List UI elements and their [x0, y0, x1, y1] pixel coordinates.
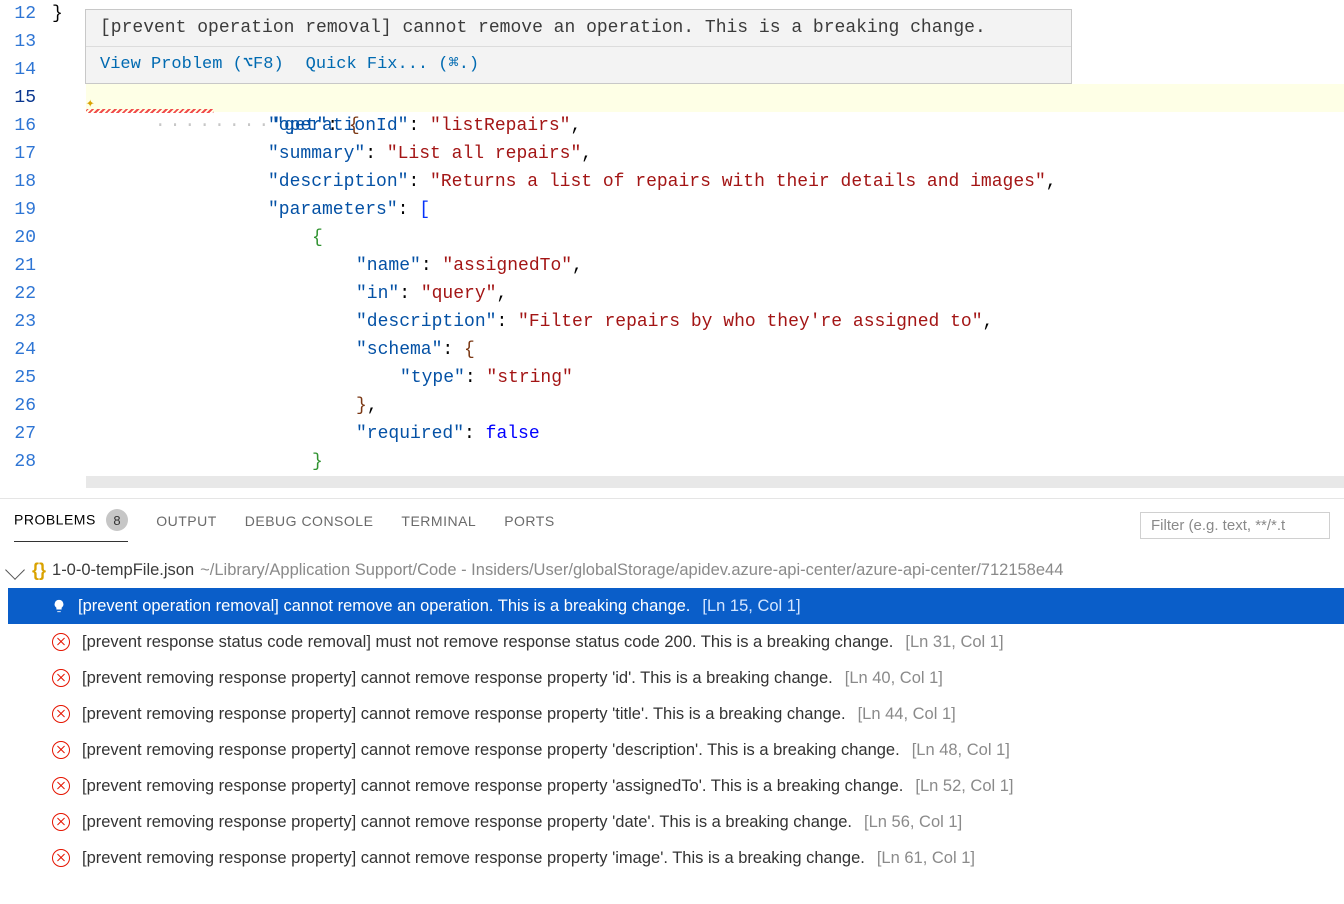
lightbulb-icon	[52, 597, 66, 615]
error-icon	[52, 777, 70, 795]
line-number: 25	[0, 364, 52, 392]
quick-fix-link[interactable]: Quick Fix... (⌘.)	[306, 47, 479, 83]
problems-filename: 1-0-0-tempFile.json	[52, 552, 194, 588]
problem-location: [Ln 44, Col 1]	[858, 696, 956, 732]
line-number: 13	[0, 28, 52, 56]
problems-filepath: ~/Library/Application Support/Code - Ins…	[200, 552, 1063, 588]
hover-actions-bar: View Problem (⌥F8) Quick Fix... (⌘.)	[86, 46, 1071, 83]
error-icon	[52, 849, 70, 867]
tab-ports[interactable]: PORTS	[504, 513, 554, 539]
problem-row[interactable]: [prevent removing response property] can…	[8, 732, 1344, 768]
chevron-down-icon	[5, 560, 25, 580]
problem-row[interactable]: [prevent removing response property] can…	[8, 660, 1344, 696]
editor-area[interactable]: 12} 13 14 [prevent operation removal] ca…	[0, 0, 1344, 488]
error-icon	[52, 669, 70, 687]
problem-message: [prevent removing response property] can…	[82, 732, 900, 768]
problem-location: [Ln 31, Col 1]	[905, 624, 1003, 660]
problem-message: [prevent removing response property] can…	[82, 840, 865, 876]
problem-message: [prevent response status code removal] m…	[82, 624, 893, 660]
problems-list: {} 1-0-0-tempFile.json ~/Library/Applica…	[0, 542, 1344, 876]
line-number: 28	[0, 448, 52, 476]
tab-debug-console[interactable]: DEBUG CONSOLE	[245, 513, 374, 539]
line-number: 12	[0, 0, 52, 28]
problem-message: [prevent removing response property] can…	[82, 804, 852, 840]
json-file-icon: {}	[32, 552, 46, 588]
problem-location: [Ln 61, Col 1]	[877, 840, 975, 876]
filter-input[interactable]: Filter (e.g. text, **/*.t	[1140, 512, 1330, 539]
problem-location: [Ln 56, Col 1]	[864, 804, 962, 840]
line-number: 24	[0, 336, 52, 364]
error-icon	[52, 813, 70, 831]
line-number: 17	[0, 140, 52, 168]
problem-location: [Ln 48, Col 1]	[912, 732, 1010, 768]
line-number: 16	[0, 112, 52, 140]
problem-location: [Ln 15, Col 1]	[702, 588, 800, 624]
error-icon	[52, 705, 70, 723]
problems-tab-label: PROBLEMS	[14, 512, 96, 528]
problem-row[interactable]: [prevent response status code removal] m…	[8, 624, 1344, 660]
line-number: 26	[0, 392, 52, 420]
line-number: 22	[0, 280, 52, 308]
line-number: 27	[0, 420, 52, 448]
problem-row[interactable]: [prevent removing response property] can…	[8, 804, 1344, 840]
problem-location: [Ln 52, Col 1]	[915, 768, 1013, 804]
bottom-panel: PROBLEMS 8 OUTPUT DEBUG CONSOLE TERMINAL…	[0, 498, 1344, 904]
line-number: 23	[0, 308, 52, 336]
view-problem-link[interactable]: View Problem (⌥F8)	[100, 47, 284, 83]
problem-message: [prevent removing response property] can…	[82, 696, 846, 732]
horizontal-scrollbar[interactable]	[86, 476, 1344, 488]
tab-problems[interactable]: PROBLEMS 8	[14, 509, 128, 542]
tab-terminal[interactable]: TERMINAL	[401, 513, 476, 539]
problem-hover-tooltip: [prevent operation removal] cannot remov…	[85, 9, 1072, 84]
hover-message: [prevent operation removal] cannot remov…	[86, 10, 1071, 46]
error-icon	[52, 741, 70, 759]
problem-message: [prevent operation removal] cannot remov…	[78, 588, 690, 624]
problem-row[interactable]: [prevent removing response property] can…	[8, 768, 1344, 804]
problem-location: [Ln 40, Col 1]	[845, 660, 943, 696]
line-number: 14	[0, 56, 52, 84]
line-number: 20	[0, 224, 52, 252]
error-icon	[52, 633, 70, 651]
line-number: 21	[0, 252, 52, 280]
tab-output[interactable]: OUTPUT	[156, 513, 217, 539]
line-number: 18	[0, 168, 52, 196]
problems-file-header[interactable]: {} 1-0-0-tempFile.json ~/Library/Applica…	[8, 552, 1344, 588]
panel-tab-strip: PROBLEMS 8 OUTPUT DEBUG CONSOLE TERMINAL…	[0, 499, 1344, 542]
problem-message: [prevent removing response property] can…	[82, 768, 903, 804]
line-number: 15	[0, 84, 52, 112]
problems-count-badge: 8	[106, 509, 128, 531]
problem-row[interactable]: [prevent removing response property] can…	[8, 696, 1344, 732]
line-number: 19	[0, 196, 52, 224]
problem-row[interactable]: [prevent operation removal] cannot remov…	[8, 588, 1344, 624]
problem-row[interactable]: [prevent removing response property] can…	[8, 840, 1344, 876]
problem-message: [prevent removing response property] can…	[82, 660, 833, 696]
